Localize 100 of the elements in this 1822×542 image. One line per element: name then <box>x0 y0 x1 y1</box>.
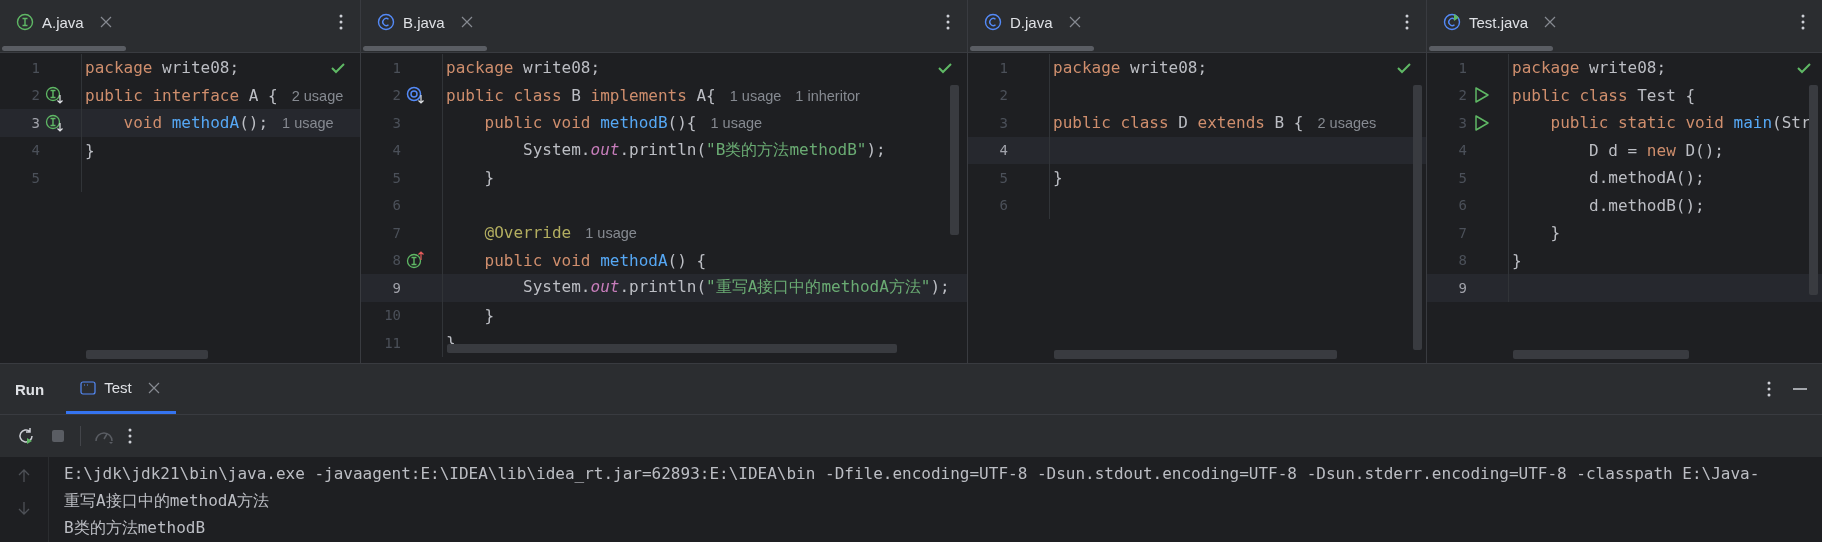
line-number: 9 <box>1457 279 1467 296</box>
code-keyword: public class <box>1512 85 1628 105</box>
scrollbar[interactable] <box>86 350 208 359</box>
down-arrow-icon[interactable] <box>18 501 30 515</box>
file-tab[interactable]: B.java <box>377 13 473 31</box>
scrollbar[interactable] <box>1809 85 1818 295</box>
code-text: } <box>1549 223 1561 243</box>
scrollbar[interactable] <box>447 344 897 353</box>
up-arrow-icon[interactable] <box>18 469 30 483</box>
code-text: ); <box>930 277 950 297</box>
usage-hint: 1 usage <box>585 225 637 242</box>
code-keyword: public class <box>1053 113 1169 133</box>
check-icon[interactable] <box>330 62 346 74</box>
interface-file-icon <box>16 13 34 31</box>
code-text: System. <box>522 277 591 297</box>
usage-hint: 2 usage <box>291 87 344 104</box>
close-icon[interactable] <box>1068 16 1081 28</box>
check-icon[interactable] <box>1796 62 1812 74</box>
code-keyword: package <box>446 58 514 78</box>
code-keyword: package <box>1053 58 1121 78</box>
code-text: (){ <box>667 113 697 133</box>
code-text: () { <box>667 250 707 270</box>
code-keyword: package <box>1512 58 1580 78</box>
code-method: main <box>1733 113 1773 133</box>
more-icon[interactable] <box>127 427 133 445</box>
code-keyword: public void <box>483 113 592 133</box>
code-text: write08; <box>522 58 601 78</box>
code-text: } <box>1512 250 1522 270</box>
implemented-icon[interactable] <box>45 86 65 105</box>
file-tab[interactable]: D.java <box>984 13 1081 31</box>
implemented-icon[interactable] <box>406 86 426 105</box>
check-icon[interactable] <box>937 62 953 74</box>
code-text: (); <box>239 113 269 133</box>
code-method: methodA <box>171 113 240 133</box>
code-method: methodA <box>600 250 668 270</box>
code-text: } <box>483 168 495 188</box>
scroll-thumb[interactable] <box>1429 46 1553 51</box>
close-icon[interactable] <box>460 16 473 28</box>
code-text: } <box>483 305 495 325</box>
close-icon[interactable] <box>147 381 160 394</box>
line-number: 9 <box>391 279 401 296</box>
code-text: System. <box>522 139 591 159</box>
run-icon[interactable] <box>1472 86 1492 105</box>
console-output: E:\jdk\jdk21\bin\java.exe -javaagent:E:\IDEA\lib\idea_rt.jar=62893:E:\IDEA\bin -Dfile.encoding=UTF-8 -Dsun.stdout.encoding=UTF-8 -Dsun.stderr.encoding=UTF-8 -classpath E:\Java- <box>64 463 1760 485</box>
code-string: "B类的方法methodB" <box>706 139 867 159</box>
console-icon <box>80 380 97 395</box>
code-text: ); <box>866 139 886 159</box>
more-icon[interactable] <box>1766 380 1772 398</box>
more-icon[interactable] <box>1800 13 1806 31</box>
code-field: out <box>590 139 620 159</box>
check-icon[interactable] <box>1396 62 1412 74</box>
code-text: (Str <box>1772 113 1811 133</box>
code-text: D <box>1177 113 1189 133</box>
code-keyword: package <box>85 58 153 78</box>
code-field: out <box>590 277 620 297</box>
usage-hint: 2 usages <box>1317 115 1377 132</box>
code-text: D d = <box>1588 140 1639 160</box>
scrollbar[interactable] <box>1413 85 1422 350</box>
code-keyword: public interface <box>85 85 240 105</box>
runnable-class-icon <box>1443 13 1461 31</box>
code-text: write08; <box>1588 58 1667 78</box>
code-annotation: @Override <box>483 223 572 243</box>
code-text: Test { <box>1636 85 1696 105</box>
code-method: methodB <box>600 113 668 133</box>
class-file-icon <box>377 13 395 31</box>
file-tab[interactable]: A.java <box>16 13 112 31</box>
scroll-thumb[interactable] <box>970 46 1094 51</box>
code-string: "重写A接口中的methodA方法" <box>706 277 931 297</box>
implements-icon[interactable] <box>406 251 426 270</box>
minimize-icon[interactable] <box>1792 387 1808 391</box>
usage-hint: 1 usage <box>710 115 763 132</box>
code-text: A{ <box>695 85 716 105</box>
code-text: d.methodB(); <box>1588 195 1705 215</box>
code-text: D(); <box>1684 140 1724 160</box>
close-icon[interactable] <box>99 16 112 28</box>
implemented-icon[interactable] <box>45 113 65 132</box>
scrollbar[interactable] <box>1054 350 1337 359</box>
file-tab[interactable]: Test.java <box>1443 13 1557 31</box>
code-keyword: public static void <box>1549 113 1725 133</box>
console-output: B类的方法methodB <box>64 517 207 539</box>
scrollbar[interactable] <box>950 85 959 235</box>
more-icon[interactable] <box>338 13 344 31</box>
run-icon[interactable] <box>1472 113 1492 132</box>
code-keyword: void <box>122 113 164 133</box>
code-keyword: new <box>1646 140 1676 160</box>
more-icon[interactable] <box>945 13 951 31</box>
usage-hint: 1 usage <box>729 87 782 104</box>
close-icon[interactable] <box>1544 16 1557 28</box>
scrollbar[interactable] <box>1513 350 1689 359</box>
code-text: d.methodA(); <box>1588 168 1705 188</box>
class-file-icon <box>984 13 1002 31</box>
code-text: B <box>570 85 582 105</box>
rerun-icon[interactable] <box>16 426 36 446</box>
code-text: write08; <box>1129 58 1208 78</box>
scroll-thumb[interactable] <box>2 46 126 51</box>
code-text: .println( <box>619 277 707 297</box>
code-text: A { <box>247 85 278 105</box>
more-icon[interactable] <box>1404 13 1410 31</box>
scroll-thumb[interactable] <box>363 46 487 51</box>
usage-hint: 1 usage <box>282 115 334 132</box>
